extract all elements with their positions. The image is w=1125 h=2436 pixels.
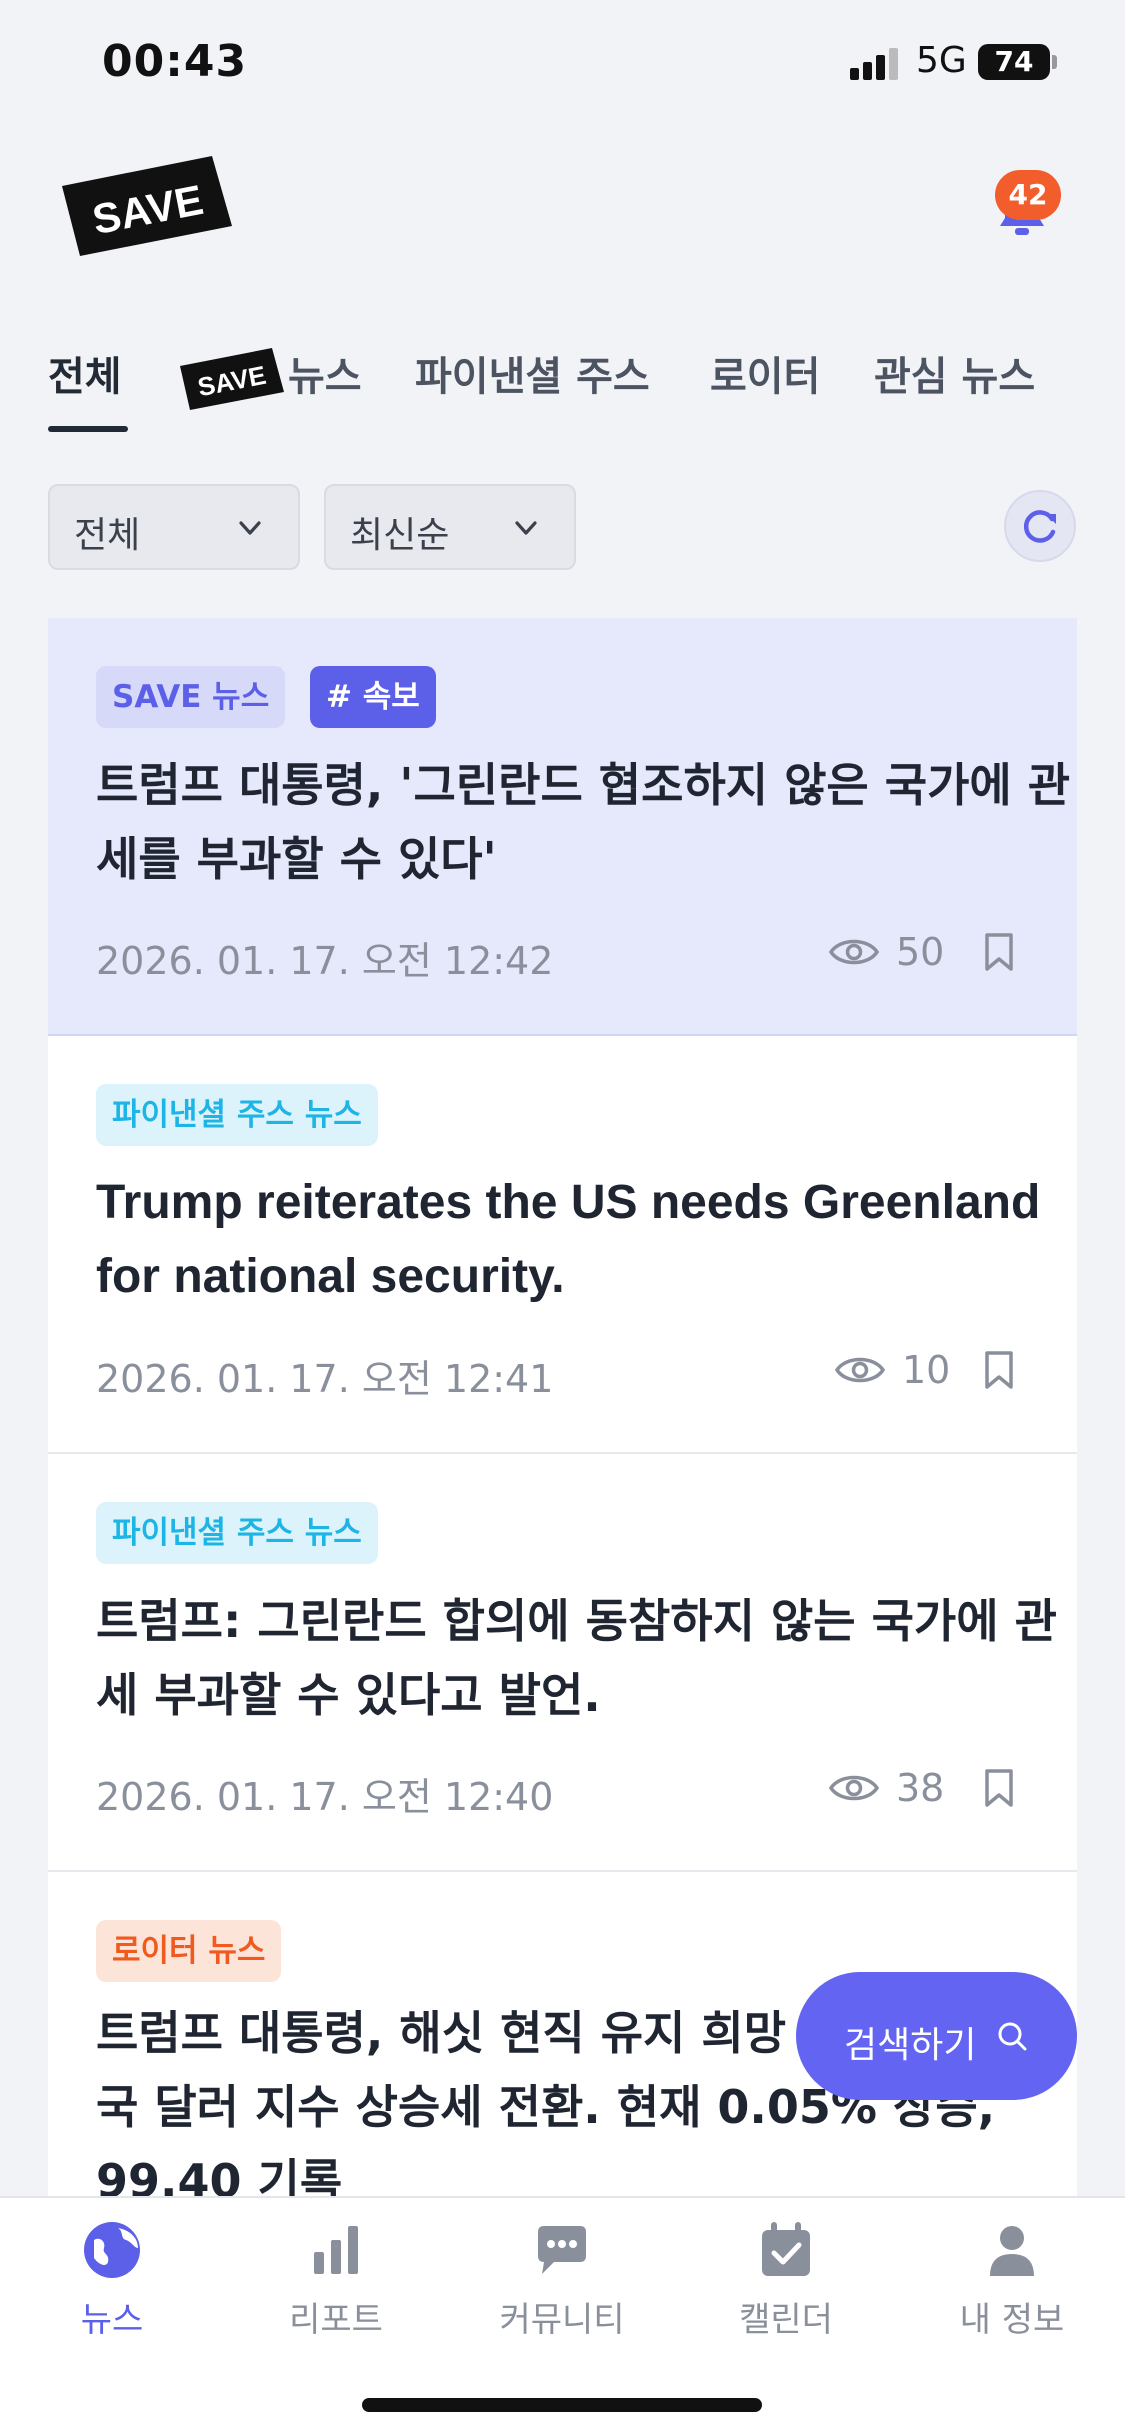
news-card[interactable]: 파이낸셜 주스 뉴스 트럼프: 그린란드 합의에 동참하지 않는 국가에 관세 …: [48, 1454, 1077, 1872]
eye-icon: [828, 939, 880, 965]
nav-my-info[interactable]: 내 정보: [922, 2218, 1102, 2341]
save-tab-logo: SAVE: [180, 348, 284, 410]
person-icon: [990, 2226, 1034, 2276]
save-logo[interactable]: SAVE: [62, 156, 232, 256]
sort-value: 최신순: [350, 515, 450, 556]
source-tag: 파이낸셜 주스 뉴스: [96, 1502, 378, 1564]
tab-label: 전체: [48, 354, 122, 400]
category-filter-dropdown[interactable]: 전체: [48, 484, 300, 570]
refresh-button[interactable]: [1004, 490, 1076, 562]
news-title: 트럼프 대통령, '그린란드 협조하지 않은 국가에 관세를 부과할 수 있다': [96, 758, 1071, 886]
category-tabs: 전체 SAVE 뉴스 파이낸셜 주스 로이터 관심 뉴스: [0, 330, 1125, 440]
signal-icon: [850, 48, 902, 80]
nav-label: 내 정보: [959, 2300, 1065, 2340]
calendar-check-icon: [762, 2222, 810, 2276]
nav-label: 커뮤니티: [499, 2300, 625, 2340]
nav-label: 뉴스: [80, 2300, 144, 2340]
source-tag: 로이터 뉴스: [96, 1920, 282, 1982]
search-button-label: 검색하기: [844, 2025, 977, 2066]
news-feed-screen: 00:43 5G 74 SAVE 42 전체 SAVE 뉴스 파이낸셜 주스 로…: [0, 0, 1125, 2436]
tab-label: 뉴스: [288, 354, 362, 400]
tab-interest-news[interactable]: 관심 뉴스: [874, 344, 1035, 402]
view-count: 50: [896, 930, 945, 974]
nav-news[interactable]: 뉴스: [22, 2218, 202, 2341]
category-filter-value: 전체: [74, 515, 141, 556]
breaking-tag: # 속보: [310, 666, 436, 728]
bookmark-icon[interactable]: [984, 932, 1014, 972]
bar-chart-icon: [314, 2226, 358, 2274]
chevron-down-icon: [239, 521, 261, 535]
news-title: Trump reiterates the US needs Greenland …: [96, 1176, 1041, 1303]
news-date: 2026. 01. 17. 오전 12:40: [96, 1775, 554, 1819]
bookmark-icon[interactable]: [984, 1768, 1014, 1808]
tab-label: 관심 뉴스: [874, 354, 1036, 400]
nav-label: 리포트: [289, 2300, 383, 2340]
tab-all[interactable]: 전체: [48, 344, 122, 402]
bookmark-icon[interactable]: [984, 1350, 1014, 1390]
sort-dropdown[interactable]: 최신순: [324, 484, 576, 570]
news-date: 2026. 01. 17. 오전 12:42: [96, 939, 554, 983]
view-count: 38: [896, 1766, 945, 1810]
notification-badge: 42: [995, 170, 1061, 220]
view-count: 10: [902, 1348, 951, 1392]
network-type: 5G: [916, 40, 967, 81]
tab-label: 파이낸셜 주스: [415, 354, 650, 400]
source-tag: 파이낸셜 주스 뉴스: [96, 1084, 378, 1146]
nav-calendar[interactable]: 캘린더: [696, 2218, 876, 2341]
battery-level: 74: [994, 45, 1034, 78]
battery-cap: [1052, 55, 1057, 69]
tab-label: 로이터: [710, 354, 821, 400]
chat-bubble-icon: [538, 2226, 586, 2274]
eye-icon: [834, 1357, 886, 1383]
nav-label: 캘린더: [739, 2300, 833, 2340]
news-card[interactable]: SAVE 뉴스 # 속보 트럼프 대통령, '그린란드 협조하지 않은 국가에 …: [48, 618, 1077, 1036]
eye-icon: [828, 1775, 880, 1801]
news-card[interactable]: 파이낸셜 주스 뉴스 Trump reiterates the US needs…: [48, 1036, 1077, 1454]
status-bar: 00:43 5G 74: [0, 0, 1125, 130]
globe-icon: [84, 2222, 140, 2278]
nav-report[interactable]: 리포트: [246, 2218, 426, 2341]
source-tag: SAVE 뉴스: [96, 666, 286, 728]
battery-icon: 74: [978, 44, 1050, 80]
search-button[interactable]: 검색하기: [796, 1972, 1077, 2100]
tab-reuters[interactable]: 로이터: [710, 344, 820, 402]
tab-financial-juice[interactable]: 파이낸셜 주스: [415, 344, 650, 402]
home-indicator: [362, 2398, 762, 2412]
chevron-down-icon: [515, 521, 537, 535]
news-title: 트럼프: 그린란드 합의에 동참하지 않는 국가에 관세 부과할 수 있다고 발…: [96, 1594, 1057, 1722]
refresh-icon: [1023, 510, 1056, 543]
status-time: 00:43: [102, 36, 248, 87]
search-icon: [998, 2022, 1027, 2051]
news-date: 2026. 01. 17. 오전 12:41: [96, 1357, 554, 1401]
active-tab-indicator: [48, 426, 128, 432]
nav-community[interactable]: 커뮤니티: [472, 2218, 652, 2341]
tab-save-news[interactable]: SAVE 뉴스: [180, 344, 362, 410]
